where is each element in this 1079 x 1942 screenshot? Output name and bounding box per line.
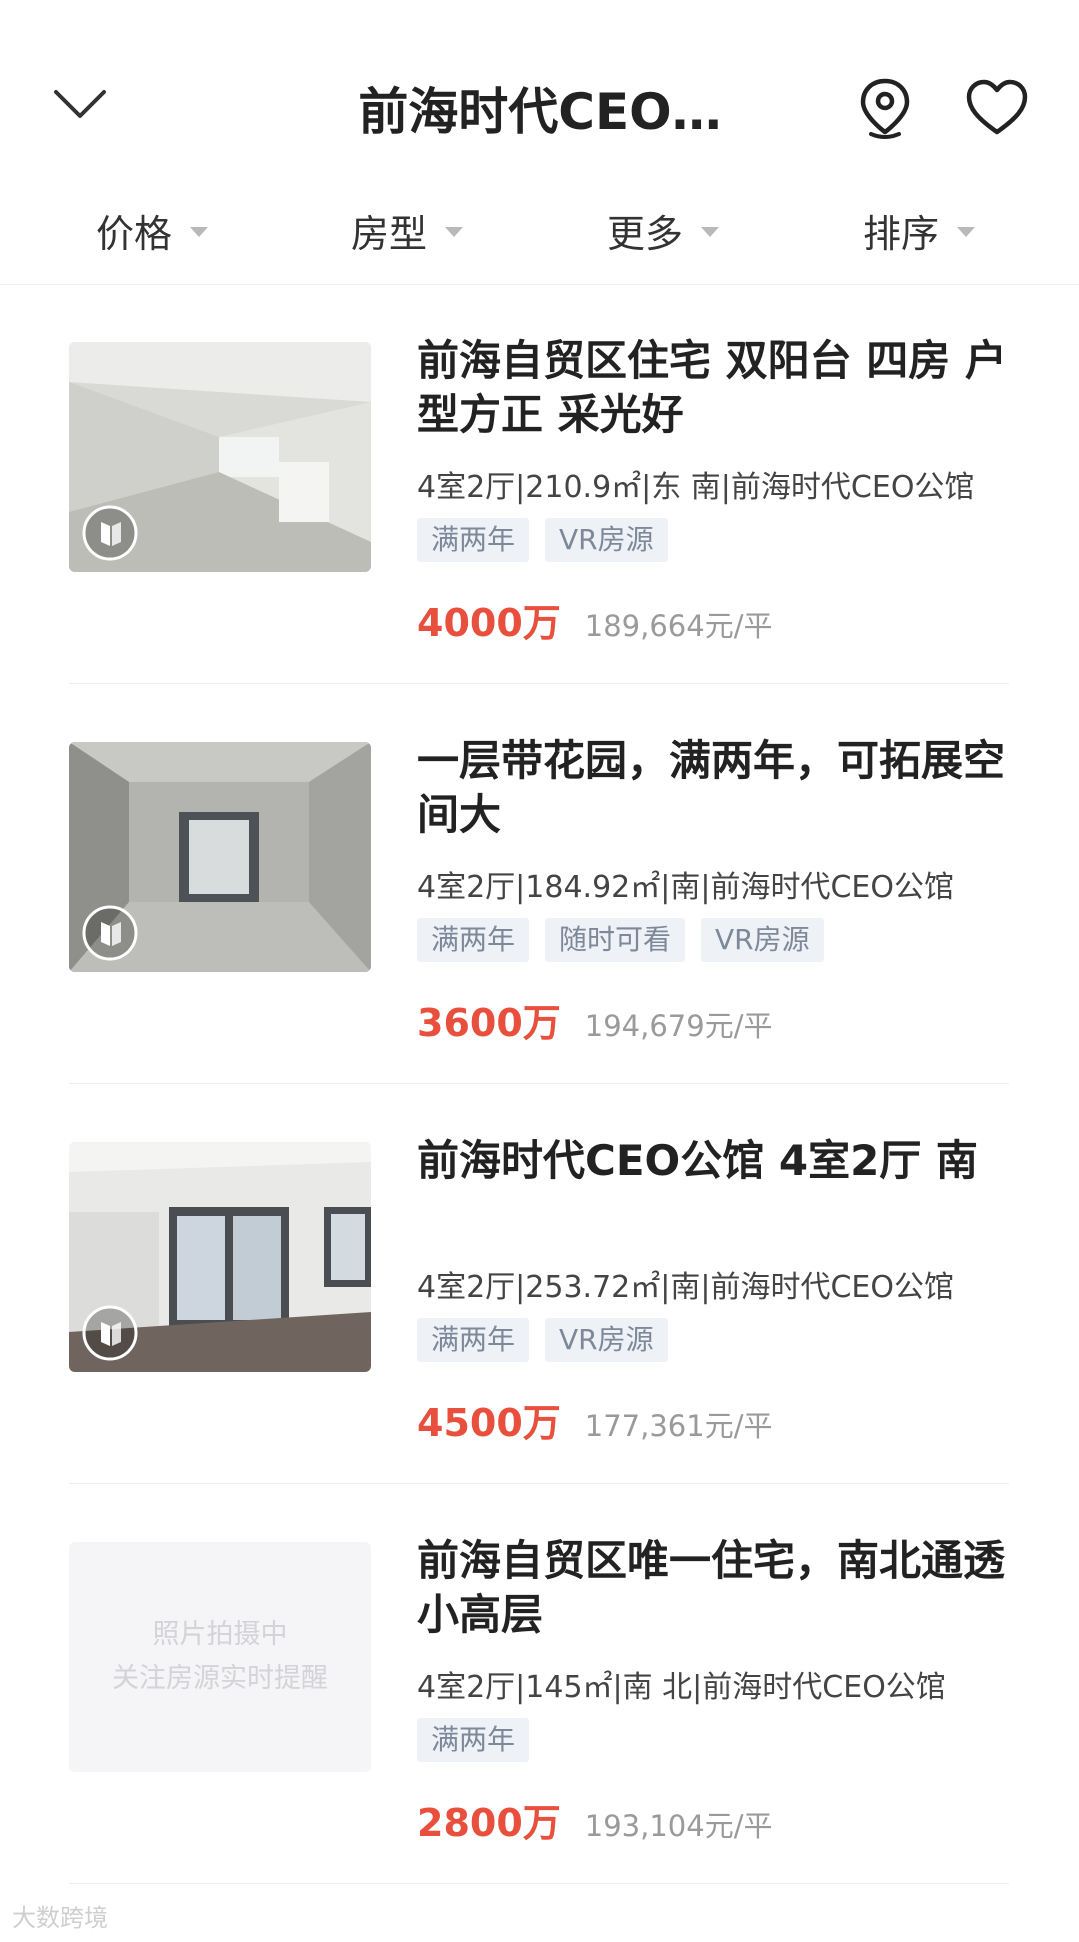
listing-title: 前海自贸区唯一住宅，南北通透小高层 xyxy=(417,1536,1006,1639)
listing-item[interactable]: 前海自贸区住宅 双阳台 四房 户型方正 采光好 4室2厅|210.9㎡|东 南|… xyxy=(0,336,1079,742)
tag: 满两年 xyxy=(417,918,530,962)
favorite-button[interactable] xyxy=(965,78,1029,138)
filter-label: 更多 xyxy=(607,211,684,256)
filter-label: 排序 xyxy=(863,211,940,256)
dropdown-arrow-icon xyxy=(957,227,976,237)
listing-item[interactable]: 照片拍摄中 关注房源实时提醒 前海自贸区唯一住宅，南北通透小高层 4室2厅|14… xyxy=(0,1536,1079,1942)
unit-price: 193,104元/平 xyxy=(584,1809,773,1843)
unit-price: 194,679元/平 xyxy=(584,1009,773,1043)
tag: 满两年 xyxy=(417,518,530,562)
photo-placeholder: 照片拍摄中 关注房源实时提醒 xyxy=(69,1542,371,1772)
listing-item[interactable]: 前海时代CEO公馆 4室2厅 南 4室2厅|253.72㎡|南|前海时代CEO公… xyxy=(0,1136,1079,1542)
listing-title: 一层带花园，满两年，可拓展空间大 xyxy=(417,736,1006,839)
listing-info: 4室2厅|210.9㎡|东 南|前海时代CEO公馆 xyxy=(417,470,975,505)
heart-icon xyxy=(966,79,1028,135)
listing-photo xyxy=(69,1142,371,1372)
filter-layout[interactable]: 房型 xyxy=(351,195,464,265)
filter-bar: 价格 房型 更多 排序 xyxy=(0,195,1079,285)
filter-sort[interactable]: 排序 xyxy=(863,195,976,265)
tag: VR房源 xyxy=(545,518,668,562)
tag: 满两年 xyxy=(417,1718,530,1762)
top-bar: 前海时代CEO… xyxy=(0,0,1079,200)
filter-price[interactable]: 价格 xyxy=(96,195,209,265)
unit-price: 189,664元/平 xyxy=(584,609,773,643)
divider xyxy=(69,1883,1009,1884)
vr-icon xyxy=(82,1305,138,1361)
back-button[interactable] xyxy=(50,80,110,130)
divider xyxy=(69,683,1009,684)
tag-list: 满两年 VR房源 xyxy=(417,518,668,562)
price-row: 3600万 194,679元/平 xyxy=(417,992,772,1047)
placeholder-text: 照片拍摄中 xyxy=(152,1619,288,1650)
chevron-down-icon xyxy=(54,90,106,118)
dropdown-arrow-icon xyxy=(445,227,464,237)
tag: VR房源 xyxy=(545,1318,668,1362)
price-row: 4500万 177,361元/平 xyxy=(417,1392,772,1447)
listing-info: 4室2厅|184.92㎡|南|前海时代CEO公馆 xyxy=(417,870,954,905)
filter-label: 房型 xyxy=(351,211,428,256)
total-price: 2800万 xyxy=(417,1801,561,1845)
divider xyxy=(69,1083,1009,1084)
price-row: 4000万 189,664元/平 xyxy=(417,592,772,647)
tag: VR房源 xyxy=(701,918,824,962)
divider xyxy=(0,284,1079,285)
filter-label: 价格 xyxy=(96,211,173,256)
placeholder-text: 关注房源实时提醒 xyxy=(112,1663,328,1694)
total-price: 3600万 xyxy=(417,1001,561,1045)
tag-list: 满两年 VR房源 xyxy=(417,1318,668,1362)
watermark: 大数跨境 xyxy=(12,1904,108,1932)
total-price: 4000万 xyxy=(417,601,561,645)
price-row: 2800万 193,104元/平 xyxy=(417,1792,772,1847)
listing-info: 4室2厅|253.72㎡|南|前海时代CEO公馆 xyxy=(417,1270,954,1305)
listing-title: 前海自贸区住宅 双阳台 四房 户型方正 采光好 xyxy=(417,336,1007,439)
dropdown-arrow-icon xyxy=(190,227,209,237)
map-location-button[interactable] xyxy=(855,76,915,142)
page-title: 前海时代CEO… xyxy=(358,83,722,141)
listing-photo xyxy=(69,742,371,972)
tag-list: 满两年 xyxy=(417,1718,530,1762)
vr-icon xyxy=(82,505,138,561)
vr-icon xyxy=(82,905,138,961)
total-price: 4500万 xyxy=(417,1401,561,1445)
filter-more[interactable]: 更多 xyxy=(607,195,720,265)
tag-list: 满两年 随时可看 VR房源 xyxy=(417,918,824,962)
listing-info: 4室2厅|145㎡|南 北|前海时代CEO公馆 xyxy=(417,1670,946,1705)
dropdown-arrow-icon xyxy=(701,227,720,237)
listing-photo xyxy=(69,342,371,572)
tag: 随时可看 xyxy=(545,918,686,962)
listing-title: 前海时代CEO公馆 4室2厅 南 xyxy=(417,1136,978,1185)
listing-item[interactable]: 一层带花园，满两年，可拓展空间大 4室2厅|184.92㎡|南|前海时代CEO公… xyxy=(0,736,1079,1142)
location-pin-icon xyxy=(860,78,910,139)
tag: 满两年 xyxy=(417,1318,530,1362)
divider xyxy=(69,1483,1009,1484)
unit-price: 177,361元/平 xyxy=(584,1409,773,1443)
